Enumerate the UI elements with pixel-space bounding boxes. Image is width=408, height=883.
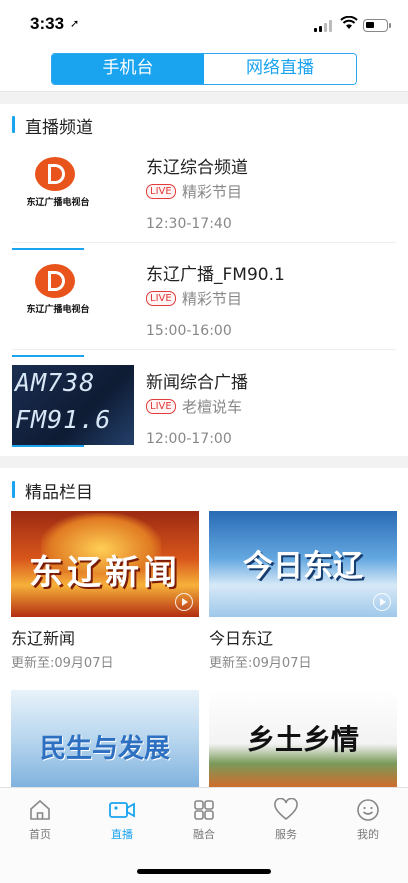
play-icon (373, 593, 391, 611)
program-time: 12:30-17:40 (146, 216, 232, 232)
program-time: 12:00-17:00 (146, 431, 232, 447)
card-updated: 更新至:09月07日 (209, 656, 312, 671)
battery-icon (363, 19, 391, 32)
station-logo-icon (35, 264, 75, 298)
tab-home[interactable]: 首页 (10, 798, 70, 842)
play-icon (175, 593, 193, 611)
live-badge: LIVE (146, 291, 176, 306)
section-title: 直播频道 (12, 113, 93, 138)
featured-section: 精品栏目 东辽新闻 东辽新闻 更新至:09月07日 今日东辽 今日东辽 更新至:… (0, 468, 408, 788)
channel-name: 东辽广播_FM90.1 (146, 265, 285, 285)
thumb-underline (12, 445, 84, 447)
card-image: 乡土乡情 (209, 690, 397, 788)
divider (12, 349, 396, 350)
program-name: 老檀说车 (182, 398, 243, 416)
program-time: 15:00-16:00 (146, 323, 232, 339)
tab-label: 首页 (29, 828, 51, 841)
card-updated: 更新至:09月07日 (11, 656, 114, 671)
logo-text: 东辽广播电视台 (26, 305, 90, 315)
tab-fusion[interactable]: 融合 (174, 798, 234, 842)
card-image: 东辽新闻 (11, 511, 199, 617)
home-icon (30, 799, 50, 820)
tab-label: 服务 (275, 828, 297, 841)
tab-mobile-station[interactable]: 手机台 (52, 54, 204, 84)
channel-item[interactable]: AM738 FM91.6 新闻综合广播 LIVE 老檀说车 12:00-17:0… (0, 355, 408, 463)
logo-text: 东辽广播电视台 (26, 198, 90, 208)
section-title: 精品栏目 (12, 478, 93, 503)
station-logo-icon (35, 157, 75, 191)
tab-label: 融合 (193, 828, 215, 841)
program-name: 精彩节目 (182, 183, 243, 201)
card-art-text: 今日东辽 (243, 549, 363, 584)
live-badge: LIVE (146, 184, 176, 199)
smiley-icon (357, 799, 379, 821)
status-bar: 3:33 ➚ (0, 0, 408, 48)
live-badge: LIVE (146, 399, 176, 414)
channel-item[interactable]: 东辽广播电视台 东辽广播_FM90.1 LIVE 精彩节目 15:00-16:0… (0, 247, 408, 357)
card-title: 东辽新闻 (11, 629, 76, 648)
cellular-signal-icon (314, 20, 334, 32)
divider (12, 242, 396, 243)
channel-thumbnail: AM738 FM91.6 (12, 365, 134, 445)
wifi-icon (340, 16, 358, 29)
channel-item[interactable]: 东辽广播电视台 东辽综合频道 LIVE 精彩节目 12:30-17:40 (0, 140, 408, 250)
card-title: 今日东辽 (209, 629, 274, 648)
home-indicator (137, 869, 271, 874)
thumb-text: FM91.6 (15, 405, 112, 434)
top-bar: 手机台 网络直播 (0, 48, 408, 92)
channel-thumbnail: 东辽广播电视台 (12, 150, 134, 230)
location-arrow-icon: ➚ (70, 17, 80, 30)
program-name: 精彩节目 (182, 290, 243, 308)
tab-mine[interactable]: 我的 (338, 798, 398, 842)
tab-live[interactable]: 直播 (92, 798, 152, 842)
card-art-text: 乡土乡情 (246, 723, 359, 756)
status-time: 3:33 (30, 14, 65, 33)
card-art-text: 民生与发展 (39, 734, 170, 764)
live-channels-section: 直播频道 东辽广播电视台 东辽综合频道 LIVE 精彩节目 12:30-17:4… (0, 104, 408, 456)
video-camera-icon (109, 802, 135, 818)
thumb-text: AM738 (15, 368, 96, 397)
grid-icon (194, 800, 214, 820)
card-image: 今日东辽 (209, 511, 397, 617)
tab-label: 我的 (357, 828, 379, 841)
card-image: 民生与发展 (11, 690, 199, 788)
channel-name: 新闻综合广播 (146, 373, 248, 393)
tab-web-live[interactable]: 网络直播 (204, 54, 356, 84)
tab-service[interactable]: 服务 (256, 798, 316, 842)
channel-name: 东辽综合频道 (146, 158, 248, 178)
segmented-control: 手机台 网络直播 (51, 53, 357, 85)
tab-label: 直播 (111, 828, 133, 841)
heart-icon (274, 798, 298, 821)
channel-thumbnail: 东辽广播电视台 (12, 257, 134, 337)
card-art-text: 东辽新闻 (29, 553, 181, 593)
